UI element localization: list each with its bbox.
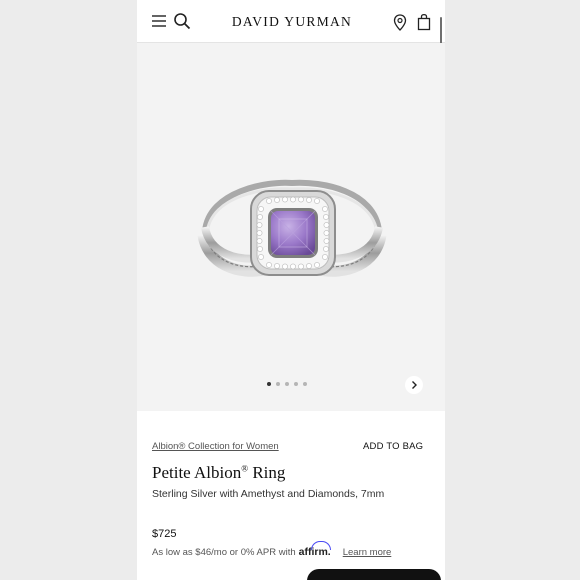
- product-subtitle: Sterling Silver with Amethyst and Diamon…: [152, 488, 385, 500]
- mobile-page: DAVID YURMAN Albion® Collection for Wome…: [137, 0, 445, 580]
- carousel-dot[interactable]: [285, 382, 289, 386]
- collection-link[interactable]: Albion® Collection for Women: [152, 441, 279, 452]
- add-to-bag-link[interactable]: ADD TO BAG: [363, 441, 423, 452]
- product-title-suffix: Ring: [248, 463, 286, 482]
- financing-info: As low as $46/mo or 0% APR with affirm. …: [152, 541, 392, 558]
- product-info: Albion® Collection for Women ADD TO BAG …: [137, 411, 445, 580]
- location-pin-icon[interactable]: [393, 14, 407, 36]
- affirm-logo: affirm.: [298, 541, 331, 558]
- primary-action-button[interactable]: [307, 569, 441, 580]
- carousel-pagination: [267, 382, 307, 388]
- shopping-bag-icon[interactable]: [417, 13, 431, 36]
- product-image-gallery[interactable]: [137, 43, 445, 411]
- carousel-dot[interactable]: [294, 382, 298, 386]
- product-price: $725: [152, 528, 177, 540]
- carousel-dot[interactable]: [276, 382, 280, 386]
- product-title: Petite Albion® Ring: [152, 463, 285, 483]
- menu-icon[interactable]: [151, 14, 167, 33]
- product-title-name: Petite Albion: [152, 463, 242, 482]
- search-icon[interactable]: [173, 12, 191, 35]
- financing-text: As low as $46/mo or 0% APR with: [152, 547, 296, 558]
- next-image-button[interactable]: [405, 376, 423, 394]
- chevron-right-icon: [412, 381, 417, 389]
- learn-more-link[interactable]: Learn more: [343, 547, 392, 558]
- top-navigation-bar: DAVID YURMAN: [137, 0, 445, 43]
- carousel-dot[interactable]: [303, 382, 307, 386]
- ring-product-image: [197, 179, 387, 277]
- brand-logo[interactable]: DAVID YURMAN: [217, 14, 367, 30]
- carousel-dot[interactable]: [267, 382, 271, 386]
